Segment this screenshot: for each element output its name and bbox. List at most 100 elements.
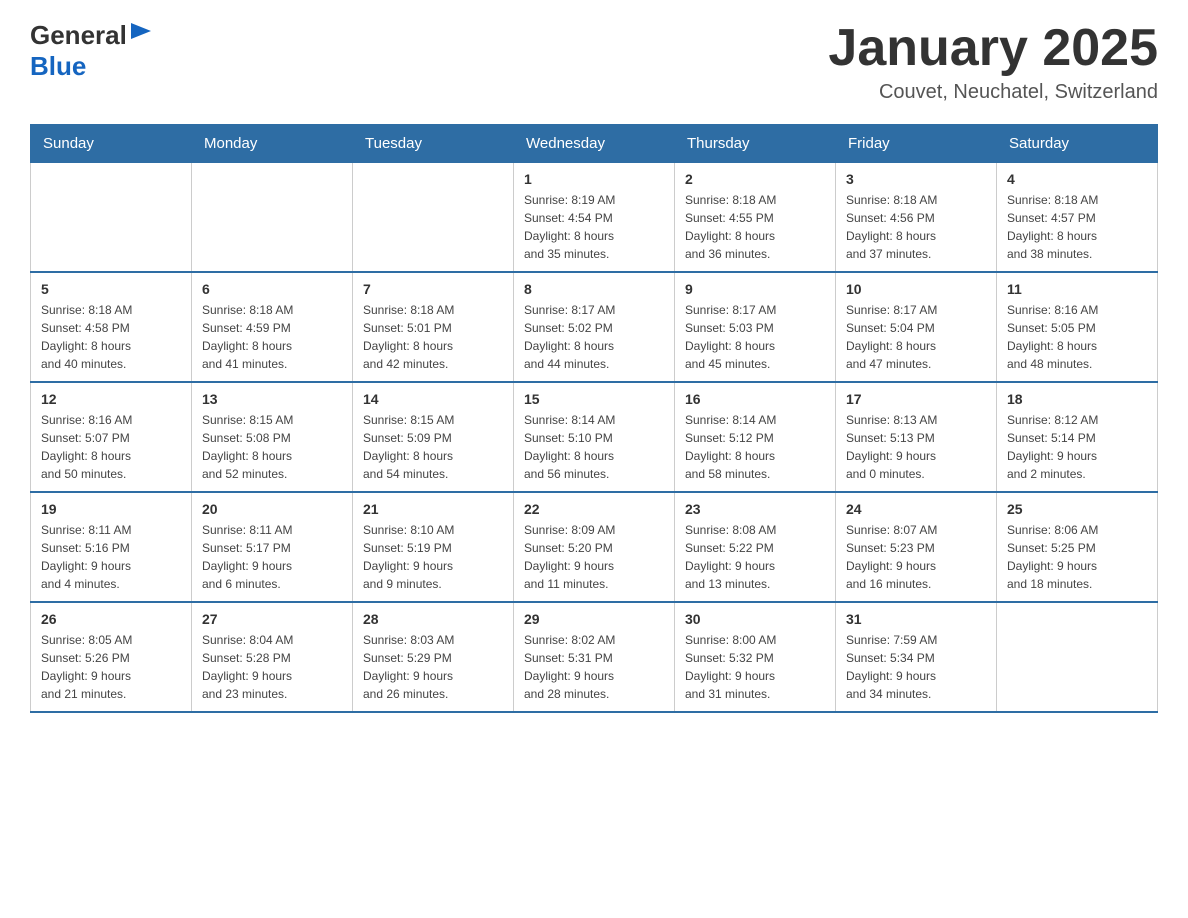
day-info: Sunrise: 8:16 AM Sunset: 5:07 PM Dayligh… xyxy=(41,411,181,483)
calendar-week-2: 5 Sunrise: 8:18 AM Sunset: 4:58 PM Daylig… xyxy=(31,272,1158,382)
logo-blue-text: Blue xyxy=(30,51,86,81)
calendar-cell: 29Sunrise: 8:02 AM Sunset: 5:31 PM Dayli… xyxy=(514,602,675,712)
day-number: 21 xyxy=(363,501,503,517)
calendar-cell: 26 Sunrise: 8:05 AM Sunset: 5:26 PM Dayli… xyxy=(31,602,192,712)
day-number: 30 xyxy=(685,611,825,627)
day-info: Sunrise: 8:11 AM Sunset: 5:16 PM Dayligh… xyxy=(41,521,181,593)
calendar-cell: 19Sunrise: 8:11 AM Sunset: 5:16 PM Dayli… xyxy=(31,492,192,602)
month-title: January 2025 xyxy=(828,20,1158,77)
calendar-table: SundayMondayTuesdayWednesdayThursdayFrid… xyxy=(30,124,1158,713)
header-day-sunday: Sunday xyxy=(31,125,192,163)
header-day-thursday: Thursday xyxy=(675,125,836,163)
logo-triangle-icon xyxy=(131,23,151,43)
calendar-cell: 13 Sunrise: 8:15 AM Sunset: 5:08 PM Dayli… xyxy=(192,382,353,492)
day-info: Sunrise: 8:13 AM Sunset: 5:13 PM Dayligh… xyxy=(846,411,986,483)
calendar-cell: 22 Sunrise: 8:09 AM Sunset: 5:20 PM Dayli… xyxy=(514,492,675,602)
header-row: SundayMondayTuesdayWednesdayThursdayFrid… xyxy=(31,125,1158,163)
header-day-monday: Monday xyxy=(192,125,353,163)
title-section: January 2025 Couvet, Neuchatel, Switzerl… xyxy=(828,20,1158,104)
day-number: 9 xyxy=(685,281,825,297)
day-info: Sunrise: 8:05 AM Sunset: 5:26 PM Dayligh… xyxy=(41,631,181,703)
day-number: 2 xyxy=(685,171,825,187)
day-number: 7 xyxy=(363,281,503,297)
calendar-cell: 1Sunrise: 8:19 AM Sunset: 4:54 PM Daylig… xyxy=(514,163,675,273)
logo: General Blue xyxy=(30,20,151,82)
day-info: Sunrise: 8:18 AM Sunset: 4:57 PM Dayligh… xyxy=(1007,191,1147,263)
calendar-cell: 17 Sunrise: 8:13 AM Sunset: 5:13 PM Dayli… xyxy=(836,382,997,492)
day-info: Sunrise: 7:59 AM Sunset: 5:34 PM Dayligh… xyxy=(846,631,986,703)
day-info: Sunrise: 8:02 AM Sunset: 5:31 PM Dayligh… xyxy=(524,631,664,703)
day-number: 24 xyxy=(846,501,986,517)
day-number: 26 xyxy=(41,611,181,627)
calendar-cell: 16Sunrise: 8:14 AM Sunset: 5:12 PM Dayli… xyxy=(675,382,836,492)
calendar-cell: 4 Sunrise: 8:18 AM Sunset: 4:57 PM Daylig… xyxy=(997,163,1158,273)
calendar-cell xyxy=(353,163,514,273)
day-info: Sunrise: 8:18 AM Sunset: 4:55 PM Dayligh… xyxy=(685,191,825,263)
day-number: 5 xyxy=(41,281,181,297)
day-info: Sunrise: 8:17 AM Sunset: 5:03 PM Dayligh… xyxy=(685,301,825,373)
day-number: 4 xyxy=(1007,171,1147,187)
calendar-cell: 11Sunrise: 8:16 AM Sunset: 5:05 PM Dayli… xyxy=(997,272,1158,382)
calendar-cell: 5 Sunrise: 8:18 AM Sunset: 4:58 PM Daylig… xyxy=(31,272,192,382)
calendar-cell: 9 Sunrise: 8:17 AM Sunset: 5:03 PM Daylig… xyxy=(675,272,836,382)
calendar-cell: 7 Sunrise: 8:18 AM Sunset: 5:01 PM Daylig… xyxy=(353,272,514,382)
logo-general-text: General xyxy=(30,20,127,51)
day-number: 23 xyxy=(685,501,825,517)
day-number: 27 xyxy=(202,611,342,627)
calendar-cell: 20Sunrise: 8:11 AM Sunset: 5:17 PM Dayli… xyxy=(192,492,353,602)
calendar-cell xyxy=(192,163,353,273)
calendar-cell: 6 Sunrise: 8:18 AM Sunset: 4:59 PM Daylig… xyxy=(192,272,353,382)
page-header: General Blue January 2025 Couvet, Neucha… xyxy=(30,20,1158,104)
calendar-cell: 14 Sunrise: 8:15 AM Sunset: 5:09 PM Dayli… xyxy=(353,382,514,492)
day-number: 1 xyxy=(524,171,664,187)
calendar-cell: 24 Sunrise: 8:07 AM Sunset: 5:23 PM Dayli… xyxy=(836,492,997,602)
header-day-tuesday: Tuesday xyxy=(353,125,514,163)
day-number: 11 xyxy=(1007,281,1147,297)
calendar-header: SundayMondayTuesdayWednesdayThursdayFrid… xyxy=(31,125,1158,163)
day-number: 12 xyxy=(41,391,181,407)
day-info: Sunrise: 8:03 AM Sunset: 5:29 PM Dayligh… xyxy=(363,631,503,703)
day-info: Sunrise: 8:17 AM Sunset: 5:04 PM Dayligh… xyxy=(846,301,986,373)
calendar-week-4: 19Sunrise: 8:11 AM Sunset: 5:16 PM Dayli… xyxy=(31,492,1158,602)
day-info: Sunrise: 8:18 AM Sunset: 4:58 PM Dayligh… xyxy=(41,301,181,373)
day-info: Sunrise: 8:17 AM Sunset: 5:02 PM Dayligh… xyxy=(524,301,664,373)
day-info: Sunrise: 8:10 AM Sunset: 5:19 PM Dayligh… xyxy=(363,521,503,593)
day-number: 28 xyxy=(363,611,503,627)
day-number: 14 xyxy=(363,391,503,407)
calendar-cell: 30 Sunrise: 8:00 AM Sunset: 5:32 PM Dayli… xyxy=(675,602,836,712)
day-info: Sunrise: 8:18 AM Sunset: 5:01 PM Dayligh… xyxy=(363,301,503,373)
day-number: 15 xyxy=(524,391,664,407)
day-info: Sunrise: 8:18 AM Sunset: 4:59 PM Dayligh… xyxy=(202,301,342,373)
day-number: 10 xyxy=(846,281,986,297)
day-info: Sunrise: 8:15 AM Sunset: 5:08 PM Dayligh… xyxy=(202,411,342,483)
day-number: 13 xyxy=(202,391,342,407)
header-day-saturday: Saturday xyxy=(997,125,1158,163)
calendar-week-5: 26 Sunrise: 8:05 AM Sunset: 5:26 PM Dayli… xyxy=(31,602,1158,712)
calendar-cell: 27 Sunrise: 8:04 AM Sunset: 5:28 PM Dayli… xyxy=(192,602,353,712)
day-info: Sunrise: 8:12 AM Sunset: 5:14 PM Dayligh… xyxy=(1007,411,1147,483)
header-day-wednesday: Wednesday xyxy=(514,125,675,163)
day-info: Sunrise: 8:09 AM Sunset: 5:20 PM Dayligh… xyxy=(524,521,664,593)
calendar-week-1: 1Sunrise: 8:19 AM Sunset: 4:54 PM Daylig… xyxy=(31,163,1158,273)
day-info: Sunrise: 8:15 AM Sunset: 5:09 PM Dayligh… xyxy=(363,411,503,483)
day-info: Sunrise: 8:08 AM Sunset: 5:22 PM Dayligh… xyxy=(685,521,825,593)
calendar-cell: 10 Sunrise: 8:17 AM Sunset: 5:04 PM Dayli… xyxy=(836,272,997,382)
day-number: 22 xyxy=(524,501,664,517)
day-number: 17 xyxy=(846,391,986,407)
calendar-body: 1Sunrise: 8:19 AM Sunset: 4:54 PM Daylig… xyxy=(31,163,1158,713)
day-number: 20 xyxy=(202,501,342,517)
day-number: 3 xyxy=(846,171,986,187)
day-info: Sunrise: 8:07 AM Sunset: 5:23 PM Dayligh… xyxy=(846,521,986,593)
calendar-cell: 25Sunrise: 8:06 AM Sunset: 5:25 PM Dayli… xyxy=(997,492,1158,602)
calendar-week-3: 12 Sunrise: 8:16 AM Sunset: 5:07 PM Dayli… xyxy=(31,382,1158,492)
calendar-cell xyxy=(997,602,1158,712)
day-number: 6 xyxy=(202,281,342,297)
day-info: Sunrise: 8:04 AM Sunset: 5:28 PM Dayligh… xyxy=(202,631,342,703)
calendar-cell: 15Sunrise: 8:14 AM Sunset: 5:10 PM Dayli… xyxy=(514,382,675,492)
calendar-cell: 28 Sunrise: 8:03 AM Sunset: 5:29 PM Dayli… xyxy=(353,602,514,712)
day-info: Sunrise: 8:00 AM Sunset: 5:32 PM Dayligh… xyxy=(685,631,825,703)
calendar-cell: 12 Sunrise: 8:16 AM Sunset: 5:07 PM Dayli… xyxy=(31,382,192,492)
calendar-cell: 8Sunrise: 8:17 AM Sunset: 5:02 PM Daylig… xyxy=(514,272,675,382)
day-info: Sunrise: 8:18 AM Sunset: 4:56 PM Dayligh… xyxy=(846,191,986,263)
calendar-cell: 21 Sunrise: 8:10 AM Sunset: 5:19 PM Dayli… xyxy=(353,492,514,602)
